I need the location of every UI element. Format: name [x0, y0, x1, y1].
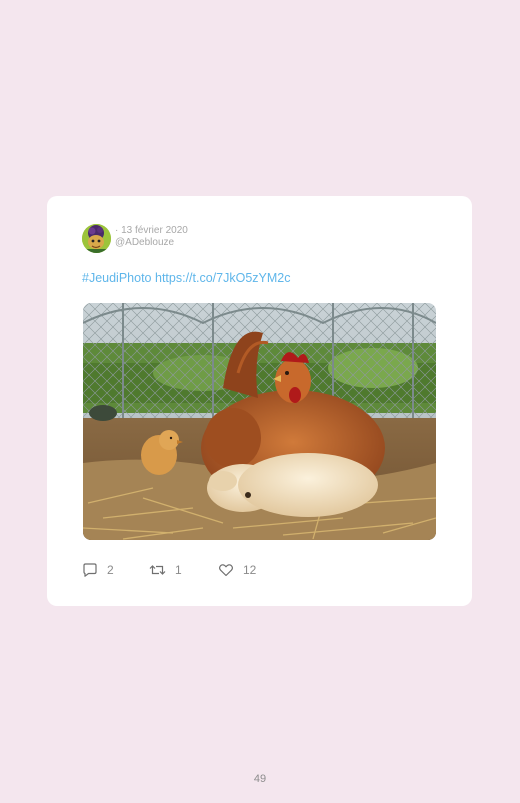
like-count: 12 [243, 563, 257, 577]
reply-count: 2 [107, 563, 114, 577]
reply-icon [83, 563, 97, 577]
tweet-photo[interactable] [83, 303, 436, 540]
retweet-action[interactable]: 1 [149, 560, 182, 580]
avatar-image [82, 224, 111, 253]
tweet-card: · 13 février 2020 @ADeblouze #JeudiPhoto… [47, 196, 472, 606]
hen-with-puppy-photo [83, 303, 436, 540]
tweet-date[interactable]: · 13 février 2020 [115, 225, 188, 236]
retweet-count: 1 [175, 563, 182, 577]
page-number: 49 [253, 773, 267, 785]
retweet-icon [149, 565, 166, 575]
avatar[interactable] [82, 224, 111, 253]
tweet-actions: 2 1 12 [82, 560, 382, 580]
tweet-text: #JeudiPhoto https://t.co/7JkO5zYM2c [82, 271, 290, 285]
reply-action[interactable]: 2 [82, 560, 114, 580]
tweet-handle[interactable]: @ADeblouze [115, 237, 174, 248]
hashtag-link[interactable]: #JeudiPhoto [82, 271, 152, 285]
heart-icon [219, 564, 233, 577]
like-action[interactable]: 12 [218, 560, 256, 580]
tweet-link[interactable]: https://t.co/7JkO5zYM2c [155, 271, 290, 285]
